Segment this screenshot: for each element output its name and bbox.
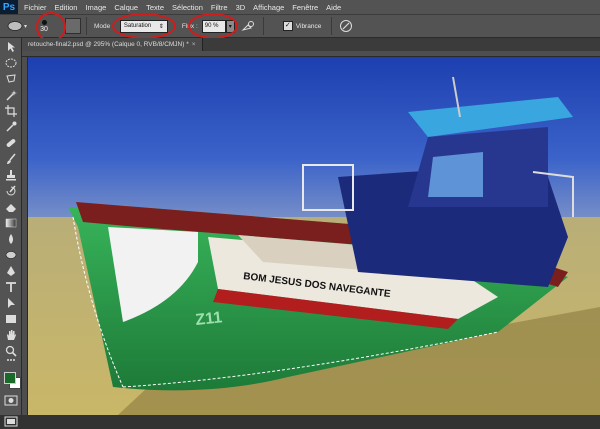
- crop-icon: [5, 104, 17, 117]
- mode-select[interactable]: Saturation ⇕: [119, 19, 168, 33]
- eraser-icon: [6, 203, 16, 212]
- hand-icon: [7, 329, 16, 340]
- pen-pressure-icon: [340, 20, 353, 32]
- hull-number-text: Z11: [195, 309, 223, 329]
- menu-calque[interactable]: Calque: [114, 3, 138, 12]
- tool-lasso[interactable]: [4, 72, 18, 85]
- tool-type[interactable]: [4, 280, 18, 293]
- tool-hand[interactable]: [4, 328, 18, 341]
- sponge-icon: [5, 250, 17, 259]
- stamp-icon: [6, 169, 16, 180]
- bandage-icon: [6, 138, 16, 147]
- gradient-icon: [5, 218, 17, 227]
- brush-size-picker[interactable]: 30: [33, 15, 55, 37]
- flux-input[interactable]: 90 %: [201, 19, 226, 33]
- move-icon: [8, 41, 15, 52]
- chevron-down-icon: ▾: [228, 23, 232, 30]
- photoshop-window: Ps Fichier Edition Image Calque Texte Sé…: [0, 0, 600, 427]
- tool-sponge[interactable]: [4, 248, 18, 261]
- tool-history-brush[interactable]: [4, 184, 18, 197]
- tool-preset-picker[interactable]: [5, 17, 29, 35]
- divider: [331, 17, 333, 35]
- menu-edition[interactable]: Edition: [55, 3, 78, 12]
- tool-blur[interactable]: [4, 232, 18, 245]
- tool-crop[interactable]: [4, 104, 18, 117]
- menu-filtre[interactable]: Filtre: [211, 3, 228, 12]
- flux-label: Flux :: [181, 22, 198, 30]
- airbrush-button[interactable]: [241, 19, 255, 33]
- quick-mask-icon: [4, 395, 18, 406]
- menu-fenetre[interactable]: Fenêtre: [292, 3, 318, 12]
- rectangle-icon: [6, 314, 16, 323]
- close-tab-icon[interactable]: ×: [192, 41, 196, 48]
- menu-selection[interactable]: Sélection: [172, 3, 203, 12]
- menu-bar: Ps Fichier Edition Image Calque Texte Sé…: [0, 0, 600, 14]
- brush-panel-button[interactable]: [65, 18, 81, 34]
- tool-brush[interactable]: [4, 152, 18, 165]
- document-tab-bar: retouche-final2.psd @ 295% (Calque 0, RV…: [22, 38, 600, 51]
- sponge-icon: [7, 21, 27, 31]
- flux-slider-toggle[interactable]: ▾: [225, 19, 235, 33]
- tool-rectangle[interactable]: [4, 312, 18, 325]
- menu-3d[interactable]: 3D: [236, 3, 246, 12]
- foreground-color-swatch[interactable]: [4, 372, 16, 384]
- menu-aide[interactable]: Aide: [326, 3, 341, 12]
- document-canvas[interactable]: BOM JESUS DOS NAVEGANTE Z11: [28, 57, 600, 415]
- drop-icon: [9, 233, 13, 244]
- menu-fichier[interactable]: Fichier: [24, 3, 47, 12]
- tool-eraser[interactable]: [4, 200, 18, 213]
- marquee-icon: [5, 58, 17, 67]
- mode-value: Saturation: [123, 23, 152, 29]
- pen-icon: [7, 265, 15, 276]
- screen-mode-icon: [4, 416, 18, 427]
- menu-texte[interactable]: Texte: [146, 3, 164, 12]
- document-tab-title: retouche-final2.psd @ 295% (Calque 0, RV…: [28, 41, 189, 48]
- ellipsis-icon: [7, 359, 15, 361]
- photoshop-logo: Ps: [0, 0, 18, 14]
- tool-eyedropper[interactable]: [4, 120, 18, 133]
- eyedropper-icon: [6, 121, 17, 132]
- magic-wand-icon: [6, 89, 17, 101]
- type-icon: [6, 281, 16, 292]
- pressure-button[interactable]: [339, 19, 353, 33]
- tool-path-select[interactable]: [4, 296, 18, 309]
- tool-healing-brush[interactable]: [4, 136, 18, 149]
- tool-more[interactable]: [4, 356, 18, 364]
- tool-gradient[interactable]: [4, 216, 18, 229]
- divider: [86, 17, 87, 35]
- updown-arrow-icon: ⇕: [158, 23, 164, 30]
- brush-tip-icon: [41, 19, 47, 25]
- mode-label: Mode :: [94, 22, 114, 30]
- arrow-icon: [8, 297, 15, 308]
- quick-mask-button[interactable]: [4, 395, 18, 406]
- tool-quick-select[interactable]: [4, 88, 18, 101]
- document-tab[interactable]: retouche-final2.psd @ 295% (Calque 0, RV…: [22, 38, 203, 51]
- tool-clone-stamp[interactable]: [4, 168, 18, 181]
- menu-image[interactable]: Image: [85, 3, 106, 12]
- boat-photo: BOM JESUS DOS NAVEGANTE Z11: [28, 57, 600, 415]
- vibrance-label: Vibrance: [295, 22, 322, 30]
- tool-pen[interactable]: [4, 264, 18, 277]
- airbrush-icon: [241, 21, 254, 31]
- zoom-icon: [5, 345, 17, 357]
- vibrance-checkbox[interactable]: ✓: [282, 21, 293, 31]
- screen-mode-button[interactable]: [4, 416, 18, 427]
- options-bar: 30 Mode : Saturation ⇕ Flux : 90 % ▾ ✓ V…: [0, 14, 600, 38]
- divider: [262, 17, 264, 35]
- history-brush-icon: [6, 185, 16, 195]
- tool-marquee[interactable]: [4, 56, 18, 69]
- lasso-icon: [6, 73, 16, 83]
- tools-panel: [0, 38, 22, 427]
- menu-affichage[interactable]: Affichage: [253, 3, 284, 12]
- cabin-window: [428, 152, 483, 197]
- brush-icon: [7, 153, 16, 164]
- tool-move[interactable]: [4, 40, 18, 53]
- brush-size-value: 30: [40, 25, 48, 33]
